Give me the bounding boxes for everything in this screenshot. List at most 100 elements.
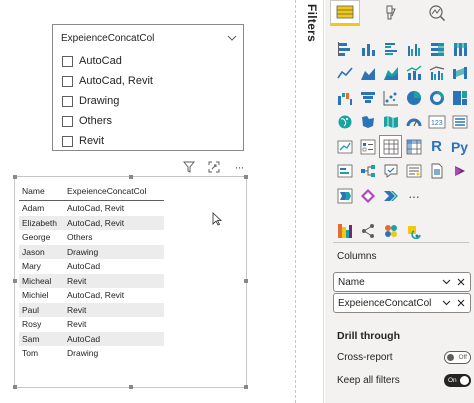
checkbox[interactable] (62, 95, 73, 107)
chevron-down-icon[interactable] (440, 276, 452, 288)
card-icon[interactable]: 123 (425, 111, 448, 134)
table-cell: Others (67, 232, 93, 243)
resize-handle[interactable] (13, 279, 17, 283)
checkbox[interactable] (62, 135, 73, 147)
slicer-item-drawing[interactable]: Drawing (62, 91, 153, 111)
power-automate-flow-icon[interactable] (356, 184, 379, 207)
kpi-icon[interactable] (333, 135, 356, 158)
close-icon[interactable] (455, 297, 467, 309)
line-and-clustered-column-chart-icon[interactable] (425, 62, 448, 85)
tab-format[interactable] (376, 0, 406, 26)
stacked-column-chart-icon[interactable] (356, 37, 379, 60)
resize-handle[interactable] (244, 385, 248, 389)
smart-narrative-icon[interactable] (402, 160, 425, 183)
column-header-experience[interactable]: ExpeienceConcatCol (65, 186, 164, 196)
map-icon[interactable] (333, 111, 356, 134)
matrix-icon[interactable] (402, 135, 425, 158)
field-well-experience[interactable]: ExpeienceConcatCol (333, 293, 471, 313)
filters-pane-collapsed[interactable]: Filters (300, 0, 324, 403)
share-network-icon[interactable] (356, 220, 379, 243)
table-cell: Revit (67, 304, 87, 315)
treemap-icon[interactable] (448, 86, 471, 109)
checkbox[interactable] (62, 115, 73, 127)
visualizations-pane: 123 R Py ··· Columns Name ExpeienceConca… (325, 0, 474, 403)
100-stacked-bar-chart-icon[interactable] (425, 37, 448, 60)
power-apps-icon[interactable] (448, 160, 471, 183)
keep-all-filters-option: Keep all filters On (337, 372, 471, 388)
stacked-area-chart-icon[interactable] (379, 62, 402, 85)
r-script-visual-icon[interactable]: R (425, 135, 448, 158)
slicer-item-others[interactable]: Others (62, 111, 153, 131)
checkbox[interactable] (62, 55, 73, 67)
table-visual[interactable]: Name ExpeienceConcatCol Adam AutoCad, Re… (13, 175, 248, 389)
column-header-name[interactable]: Name (19, 186, 65, 196)
keep-all-filters-toggle[interactable]: On (444, 373, 471, 387)
donut-chart-icon[interactable] (425, 86, 448, 109)
divider (333, 242, 469, 243)
checkbox[interactable] (62, 75, 73, 87)
table-cell: Drawing (67, 246, 99, 257)
pie-chart-icon[interactable] (402, 86, 425, 109)
slicer-icon[interactable] (356, 135, 379, 158)
field-well-name[interactable]: Name (333, 272, 471, 292)
field-well-name-label: Name (338, 276, 365, 288)
resize-handle[interactable] (129, 175, 133, 179)
filled-map-icon[interactable] (356, 111, 379, 134)
slicer-visual[interactable]: ExpeienceConcatCol AutoCad AutoCad, Revi… (52, 24, 244, 151)
report-canvas: ExpeienceConcatCol AutoCad AutoCad, Revi… (0, 0, 295, 403)
table-cell: George (22, 232, 51, 243)
resize-handle[interactable] (244, 279, 248, 283)
qa-visual-icon[interactable] (379, 160, 402, 183)
clustered-bar-chart-icon[interactable] (379, 37, 402, 60)
line-and-stacked-column-chart-icon[interactable] (402, 62, 425, 85)
waterfall-chart-icon[interactable] (333, 86, 356, 109)
table-cell: Jason (22, 246, 45, 257)
100-stacked-column-chart-icon[interactable] (448, 37, 471, 60)
power-automate-icon[interactable] (333, 184, 356, 207)
chevron-flow-icon[interactable] (379, 184, 402, 207)
more-options-icon[interactable]: ··· (232, 160, 246, 174)
custom-heatmap-icon[interactable] (333, 220, 356, 243)
tab-analytics[interactable] (422, 0, 452, 26)
ribbon-chart-icon[interactable] (448, 62, 471, 85)
table-cell: AutoCad (67, 261, 101, 272)
tab-build-visual[interactable] (330, 0, 360, 26)
table-cell: Revit (67, 319, 87, 330)
chevron-down-icon[interactable] (440, 297, 452, 309)
area-chart-icon[interactable] (356, 62, 379, 85)
stacked-bar-chart-icon[interactable] (333, 37, 356, 60)
resize-handle[interactable] (13, 385, 17, 389)
close-icon[interactable] (455, 276, 467, 288)
custom-sync-visual-icon[interactable] (402, 220, 425, 243)
chevron-down-icon[interactable] (227, 33, 237, 43)
filter-icon[interactable] (182, 160, 196, 174)
resize-handle[interactable] (129, 385, 133, 389)
table-cell: Mary (22, 261, 41, 272)
slicer-item-autocad-revit[interactable]: AutoCad, Revit (62, 71, 153, 91)
filters-pane-label[interactable]: Filters (305, 4, 319, 42)
more-visuals-icon[interactable]: ··· (402, 184, 425, 207)
key-influencers-icon[interactable] (333, 160, 356, 183)
focus-mode-icon[interactable] (207, 160, 221, 174)
table-row: Sam AutoCad (19, 331, 164, 346)
funnel-chart-icon[interactable] (356, 86, 379, 109)
custom-dots-visual-icon[interactable] (379, 220, 402, 243)
table-icon[interactable] (379, 135, 402, 158)
paginated-report-icon[interactable] (425, 160, 448, 183)
scatter-chart-icon[interactable] (379, 86, 402, 109)
gauge-icon[interactable] (402, 111, 425, 134)
slicer-item-label: AutoCad, Revit (79, 75, 153, 87)
resize-handle[interactable] (13, 175, 17, 179)
clustered-column-chart-icon[interactable] (402, 37, 425, 60)
cross-report-toggle[interactable]: Off (444, 350, 471, 364)
azure-map-icon[interactable] (379, 111, 402, 134)
python-visual-icon[interactable]: Py (448, 135, 471, 158)
decomposition-tree-icon[interactable] (356, 160, 379, 183)
resize-handle[interactable] (244, 175, 248, 179)
slicer-item-autocad[interactable]: AutoCad (62, 51, 153, 71)
canvas-divider (295, 0, 296, 403)
multi-row-card-icon[interactable] (448, 111, 471, 134)
line-chart-icon[interactable] (333, 62, 356, 85)
slicer-item-revit[interactable]: Revit (62, 131, 153, 151)
keep-all-filters-label: Keep all filters (337, 374, 400, 386)
